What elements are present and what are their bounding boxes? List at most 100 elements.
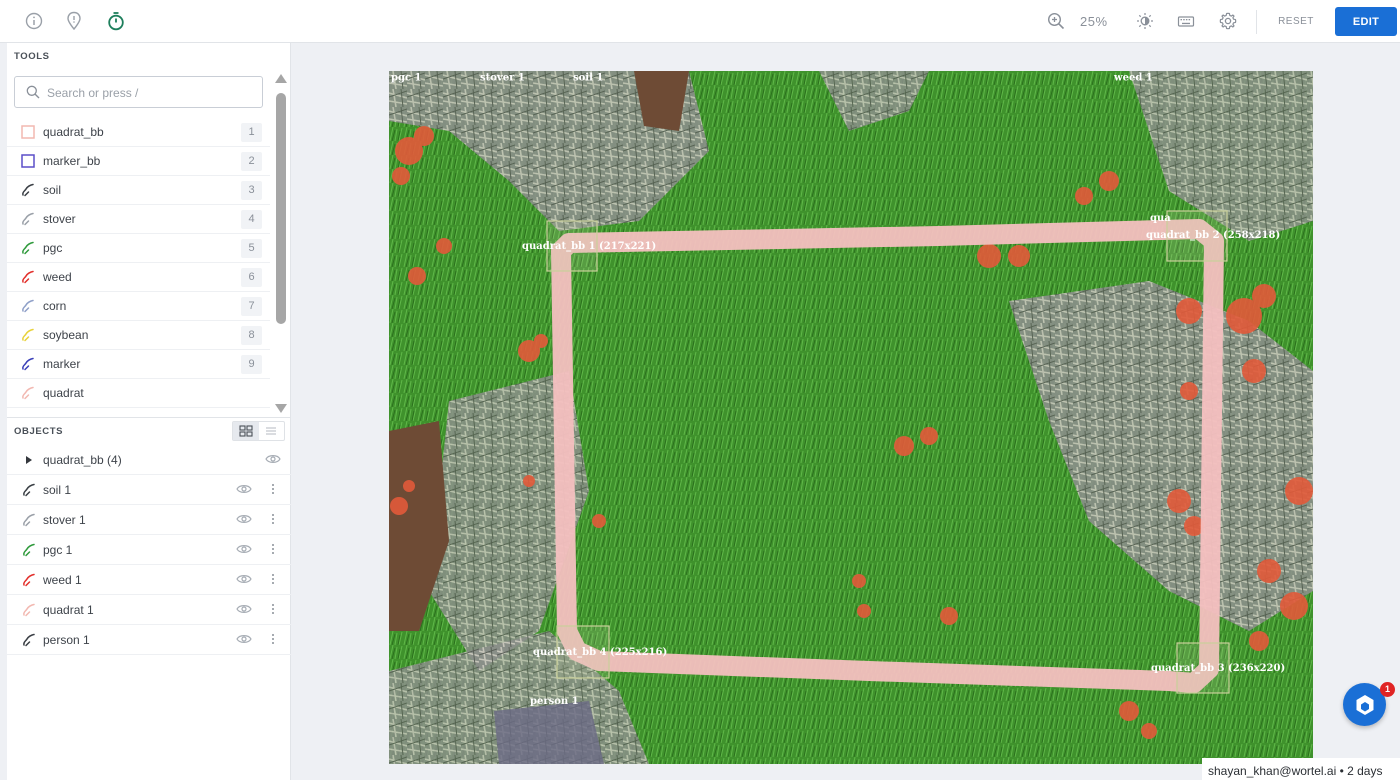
tool-shortcut-key: 7 <box>241 297 262 316</box>
tool-shortcut-key: 8 <box>241 326 262 345</box>
brush-icon <box>21 299 35 313</box>
object-row[interactable]: weed 1 <box>7 565 291 595</box>
tool-label: quadrat_bb <box>43 125 104 139</box>
brush-icon <box>22 633 36 647</box>
bounding-box-icon <box>21 154 35 168</box>
tool-label: soil <box>43 183 62 197</box>
timer-icon[interactable] <box>105 10 127 32</box>
object-group-row[interactable]: quadrat_bb (4) <box>7 445 291 475</box>
tool-item-stover[interactable]: stover 4 <box>7 205 270 234</box>
canvas-label-person: person 1 <box>530 696 579 707</box>
tool-label: marker_bb <box>43 154 101 168</box>
visibility-eye-icon[interactable] <box>236 633 252 648</box>
object-row[interactable]: pgc 1 <box>7 535 291 565</box>
person-region <box>494 701 604 764</box>
objects-view-toggle <box>232 421 285 441</box>
visibility-eye-icon[interactable] <box>236 603 252 618</box>
more-options-icon[interactable] <box>269 482 277 498</box>
tool-label: marker <box>43 357 81 371</box>
tool-search[interactable] <box>14 76 263 108</box>
canvas-label-bb2: quadrat_bb 2 (258x218) <box>1146 230 1280 241</box>
tool-shortcut-key: 9 <box>241 355 262 374</box>
zoom-in-icon[interactable] <box>1045 10 1067 32</box>
group-view-icon[interactable] <box>233 422 259 440</box>
settings-gear-icon[interactable] <box>1217 10 1239 32</box>
object-label: soil 1 <box>43 483 72 497</box>
brush-icon <box>22 573 36 587</box>
object-label: pgc 1 <box>43 543 73 557</box>
tool-item-marker-bb[interactable]: marker_bb 2 <box>7 147 270 176</box>
notification-badge: 1 <box>1380 682 1395 697</box>
tool-item-corn[interactable]: corn 7 <box>7 292 270 321</box>
brush-icon <box>21 212 35 226</box>
tool-item-quadrat[interactable]: quadrat <box>7 379 270 408</box>
brush-icon <box>21 386 35 400</box>
sidebar: TOOLS quadrat_bb 1 marker_bb 2 soil 3 stover 4 p… <box>7 43 291 780</box>
tool-item-weed[interactable]: weed 6 <box>7 263 270 292</box>
tool-shortcut-key: 6 <box>241 268 262 287</box>
canvas-label-bb3: quadrat_bb 3 (236x220) <box>1151 663 1285 674</box>
brush-icon <box>22 603 36 617</box>
object-row[interactable]: soil 1 <box>7 475 291 505</box>
annotation-canvas[interactable]: pgc 1 stover 1 soil 1 weed 1 quadrat_bb … <box>389 71 1313 764</box>
objects-section-title: OBJECTS <box>14 426 64 437</box>
list-view-icon[interactable] <box>259 422 285 440</box>
canvas-label-pgc: pgc 1 <box>391 72 422 83</box>
canvas-label-soil: soil 1 <box>573 72 603 83</box>
pin-icon[interactable] <box>63 10 85 32</box>
tool-shortcut-key: 4 <box>241 210 262 229</box>
tool-shortcut-key: 2 <box>241 152 262 171</box>
edit-button[interactable]: EDIT <box>1335 7 1397 36</box>
more-options-icon[interactable] <box>269 602 277 618</box>
object-list: quadrat_bb (4) soil 1 stover 1 pgc 1 weed 1 q… <box>7 445 291 655</box>
section-divider <box>7 417 291 418</box>
canvas-label-bb1: quadrat_bb 1 (217x221) <box>522 241 656 252</box>
brush-icon <box>21 328 35 342</box>
search-input[interactable] <box>47 84 247 101</box>
brightness-icon[interactable] <box>1134 10 1156 32</box>
tool-shortcut-key: 3 <box>241 181 262 200</box>
tool-item-marker[interactable]: marker 9 <box>7 350 270 379</box>
visibility-eye-icon[interactable] <box>236 513 252 528</box>
tool-shortcut-key: 1 <box>241 123 262 142</box>
bounding-box-icon <box>21 125 35 139</box>
scroll-up-arrow-icon[interactable] <box>275 74 287 83</box>
more-options-icon[interactable] <box>269 512 277 528</box>
author-timestamp: shayan_khan@wortel.ai • 2 days ago <box>1202 758 1400 780</box>
brush-icon <box>21 241 35 255</box>
tool-label: weed <box>43 270 72 284</box>
tool-item-soil[interactable]: soil 3 <box>7 176 270 205</box>
tools-scrollbar-thumb[interactable] <box>276 93 286 324</box>
brush-icon <box>22 483 36 497</box>
reset-button[interactable]: RESET <box>1270 8 1322 34</box>
object-row[interactable]: stover 1 <box>7 505 291 535</box>
object-row[interactable]: quadrat 1 <box>7 595 291 625</box>
tool-label: corn <box>43 299 67 313</box>
keyboard-icon[interactable] <box>1175 10 1197 32</box>
visibility-eye-icon[interactable] <box>265 453 281 468</box>
brush-icon <box>22 543 36 557</box>
visibility-eye-icon[interactable] <box>236 573 252 588</box>
object-row[interactable]: person 1 <box>7 625 291 655</box>
info-icon[interactable] <box>23 10 45 32</box>
tool-label: pgc <box>43 241 63 255</box>
zoom-level: 25% <box>1080 14 1108 29</box>
canvas-label-bb4: quadrat_bb 4 (225x216) <box>533 647 667 658</box>
more-options-icon[interactable] <box>269 572 277 588</box>
object-label: stover 1 <box>43 513 86 527</box>
visibility-eye-icon[interactable] <box>236 543 252 558</box>
more-options-icon[interactable] <box>269 632 277 648</box>
tool-list: quadrat_bb 1 marker_bb 2 soil 3 stover 4 pgc 5 wee… <box>7 118 270 408</box>
tool-label: quadrat <box>43 386 84 400</box>
tool-item-pgc[interactable]: pgc 5 <box>7 234 270 263</box>
visibility-eye-icon[interactable] <box>236 483 252 498</box>
object-label: weed 1 <box>43 573 82 587</box>
canvas-label-qua: qua <box>1150 213 1171 224</box>
tool-item-soybean[interactable]: soybean 8 <box>7 321 270 350</box>
scroll-down-arrow-icon[interactable] <box>275 404 287 413</box>
tool-item-quadrat-bb[interactable]: quadrat_bb 1 <box>7 118 270 147</box>
tool-label: soybean <box>43 328 89 342</box>
more-options-icon[interactable] <box>269 542 277 558</box>
object-label: quadrat 1 <box>43 603 94 617</box>
expand-caret-icon[interactable] <box>26 456 32 464</box>
